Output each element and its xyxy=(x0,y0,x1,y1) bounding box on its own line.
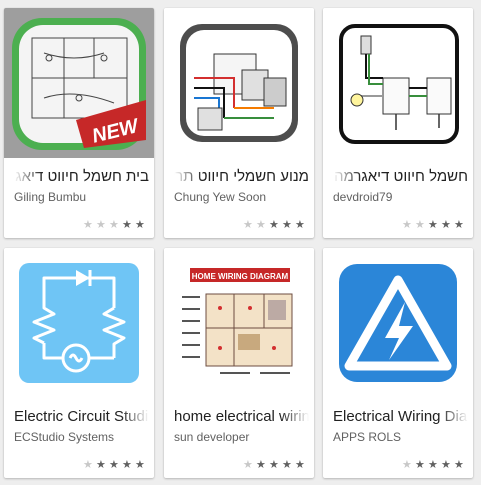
star-icon: ★ xyxy=(428,219,438,231)
star-icon: ★ xyxy=(415,459,425,471)
app-card[interactable]: Electric Circuit Studio ECStudio Systems… xyxy=(4,248,154,478)
app-icon xyxy=(323,8,473,158)
electric-circuit-icon xyxy=(19,263,139,383)
star-icon: ★ xyxy=(122,459,132,471)
star-icon: ★ xyxy=(402,459,412,471)
star-icon: ★ xyxy=(454,459,464,471)
rating-stars: ★ ★ ★ ★ ★ xyxy=(243,220,306,231)
app-card[interactable]: Electrical Wiring Diagram APPS ROLS ★ ★ … xyxy=(323,248,473,478)
star-icon: ★ xyxy=(135,219,145,231)
star-icon: ★ xyxy=(295,459,305,471)
app-developer[interactable]: Chung Yew Soon xyxy=(174,190,309,204)
app-icon xyxy=(164,8,314,158)
star-icon: ★ xyxy=(402,219,412,231)
star-icon: ★ xyxy=(282,459,292,471)
app-icon xyxy=(323,248,473,398)
app-title[interactable]: Electrical Wiring Diagram xyxy=(333,406,468,428)
app-card[interactable]: HOME WIRING DIAGRAM home electrical wiri… xyxy=(164,248,314,478)
rating-stars: ★ ★ ★ ★ ★ xyxy=(243,460,306,471)
app-card[interactable]: מנוע חשמלי חיווט תרשים Chung Yew Soon ★ … xyxy=(164,8,314,238)
app-title[interactable]: home electrical wiring xyxy=(174,406,309,428)
app-card[interactable]: חשמל חיווט דיאגרמה devdroid79 ★ ★ ★ ★ ★ xyxy=(323,8,473,238)
star-icon: ★ xyxy=(256,219,266,231)
star-icon: ★ xyxy=(295,219,305,231)
house-wiring-plan-new-icon: NEW xyxy=(12,18,146,150)
app-title[interactable]: Electric Circuit Studio xyxy=(14,406,149,428)
star-icon: ★ xyxy=(454,219,464,231)
motor-wiring-diagram-icon xyxy=(180,24,298,142)
star-icon: ★ xyxy=(441,219,451,231)
star-icon: ★ xyxy=(122,219,132,231)
star-icon: ★ xyxy=(83,219,93,231)
rating-stars: ★ ★ ★ ★ ★ xyxy=(402,220,465,231)
star-icon: ★ xyxy=(109,219,119,231)
app-developer[interactable]: ECStudio Systems xyxy=(14,430,149,444)
star-icon: ★ xyxy=(441,459,451,471)
star-icon: ★ xyxy=(256,459,266,471)
app-grid: NEW בית חשמל חיווט דיאגרמה Giling Bumbu … xyxy=(0,0,481,485)
star-icon: ★ xyxy=(269,459,279,471)
app-developer[interactable]: devdroid79 xyxy=(333,190,468,204)
star-icon: ★ xyxy=(243,219,253,231)
rating-stars: ★ ★ ★ ★ ★ xyxy=(83,460,146,471)
star-icon: ★ xyxy=(109,459,119,471)
app-developer[interactable]: sun developer xyxy=(174,430,309,444)
app-title[interactable]: חשמל חיווט דיאגרמה xyxy=(333,166,468,188)
app-title[interactable]: מנוע חשמלי חיווט תרשים xyxy=(174,166,309,188)
star-icon: ★ xyxy=(428,459,438,471)
rating-stars: ★ ★ ★ ★ ★ xyxy=(83,220,146,231)
icon-banner-text: HOME WIRING DIAGRAM xyxy=(192,272,289,281)
app-developer[interactable]: APPS ROLS xyxy=(333,430,468,444)
star-icon: ★ xyxy=(83,459,93,471)
star-icon: ★ xyxy=(269,219,279,231)
app-icon: HOME WIRING DIAGRAM xyxy=(164,248,314,398)
app-title[interactable]: בית חשמל חיווט דיאגרמה xyxy=(14,166,149,188)
star-icon: ★ xyxy=(96,459,106,471)
high-voltage-warning-icon xyxy=(339,264,457,382)
star-icon: ★ xyxy=(243,459,253,471)
app-icon: NEW xyxy=(4,8,154,158)
app-icon xyxy=(4,248,154,398)
star-icon: ★ xyxy=(135,459,145,471)
app-card[interactable]: NEW בית חשמל חיווט דיאגרמה Giling Bumbu … xyxy=(4,8,154,238)
home-floorplan-wiring-icon: HOME WIRING DIAGRAM xyxy=(182,268,293,374)
star-icon: ★ xyxy=(415,219,425,231)
star-icon: ★ xyxy=(96,219,106,231)
rating-stars: ★ ★ ★ ★ ★ xyxy=(402,460,465,471)
app-developer[interactable]: Giling Bumbu xyxy=(14,190,149,204)
outlet-wiring-diagram-icon xyxy=(339,24,459,144)
star-icon: ★ xyxy=(282,219,292,231)
